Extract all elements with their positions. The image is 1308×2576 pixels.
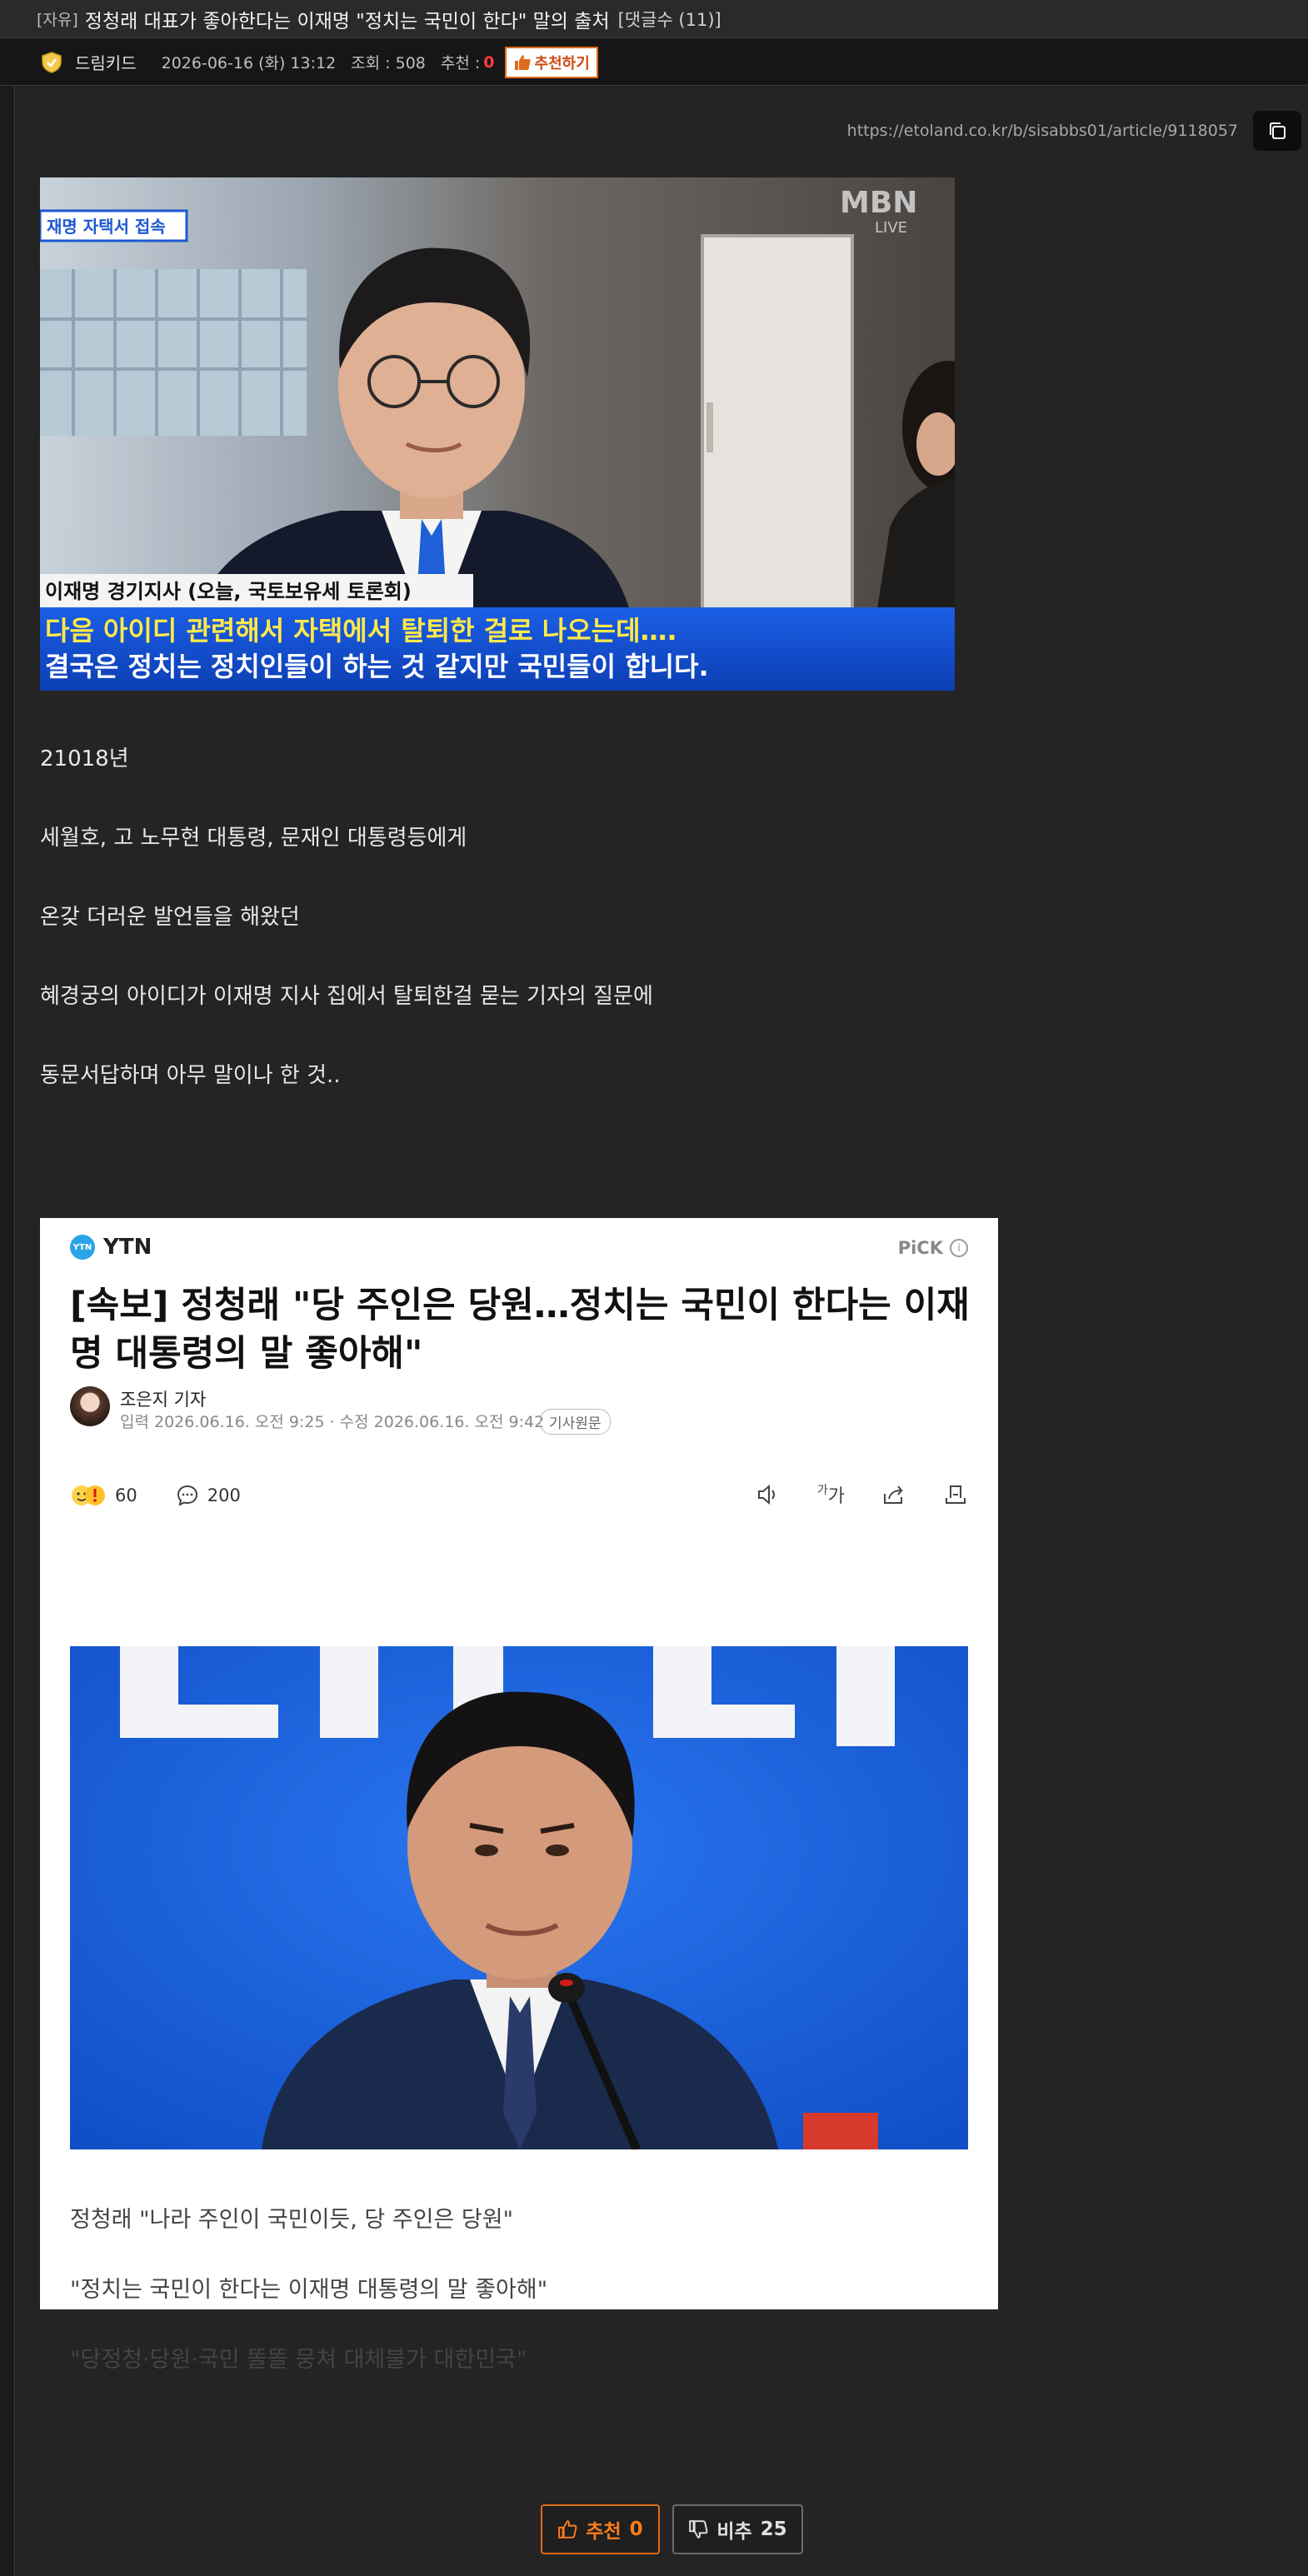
broadcast-photo: 재명 자택서 접속 MBN LIVE 이재명 경기지사 (오늘, 국토보유세 토… [40, 177, 955, 691]
body-paragraph: 온갖 더러운 발언들을 해왔던 [40, 905, 300, 930]
post-title: 정청래 대표가 좋아한다는 이재명 "정치는 국민이 한다" 말의 출처 [84, 10, 610, 32]
broadcaster-sub: LIVE [875, 219, 907, 237]
print-icon[interactable] [943, 1482, 968, 1507]
comment-icon[interactable] [176, 1484, 199, 1507]
comment-count[interactable]: [댓글수 (11)] [618, 7, 721, 32]
copy-icon [1270, 122, 1286, 139]
body-paragraph: 21018년 [40, 746, 129, 771]
post-meta-bar: 드림키드 2026-06-16 (화) 13:12 조회 : 508 추천 : … [0, 39, 1308, 86]
thumbs-up-icon [558, 2520, 577, 2539]
recommend-count: 0 [483, 52, 495, 72]
article-caption: "당정청·당원·국민 똘똘 뭉쳐 대체불가 대한민국" [70, 2347, 527, 2373]
post-date: 2026-06-16 (화) 13:12 [161, 54, 337, 72]
upvote-button[interactable]: 추천 0 [541, 2504, 660, 2554]
article-photo [70, 1646, 968, 2149]
reporter-name: 조은지 기자 [120, 1390, 207, 1410]
info-icon[interactable]: i [950, 1239, 968, 1257]
article-photo-graphic [70, 1646, 968, 2149]
article-caption: "정치는 국민이 한다는 이재명 대통령의 말 좋아해" [70, 2277, 548, 2303]
author-name[interactable]: 드림키드 [75, 50, 137, 74]
body-paragraph: 동문서답하며 아무 말이나 한 것.. [40, 1063, 341, 1088]
subtitle-line-2: 결국은 정치는 정치인들이 하는 것 같지만 국민들이 합니다. [45, 651, 709, 682]
speaker-icon[interactable] [756, 1482, 781, 1507]
font-size-label: 가 [827, 1486, 845, 1507]
copy-button[interactable] [1253, 111, 1301, 151]
subtitle-line-1: 다음 아이디 관련해서 자택에서 탈퇴한 걸로 나오는데…. [45, 615, 677, 646]
outlet-badge: YTN [70, 1235, 95, 1260]
recommend-label: 추천 : [440, 54, 481, 72]
downvote-button[interactable]: 비추 25 [672, 2504, 803, 2554]
source-row: https://etoland.co.kr/b/sisabbs01/articl… [847, 110, 1308, 152]
downvote-count: 25 [760, 2519, 787, 2540]
upvote-count: 0 [629, 2519, 643, 2540]
article-stats: 60 200 [70, 1483, 241, 1508]
comment-count-news: 200 [207, 1485, 241, 1505]
view-count: 조회 : 508 [351, 54, 426, 72]
post-category[interactable]: [자유] [37, 7, 78, 30]
share-icon[interactable] [881, 1482, 906, 1507]
article-dates: 입력 2026.06.16. 오전 9:25 · 수정 2026.06.16. … [120, 1413, 545, 1431]
article-tools: 가가 [756, 1481, 968, 1508]
news-article-card: YTN YTN PiCK i [속보] 정청래 "당 주인은 당원…정치는 국민… [40, 1218, 998, 2373]
downvote-label: 비추 [716, 2521, 752, 2543]
original-article-button[interactable]: 기사원문 [540, 1409, 611, 1435]
pick-label: PiCK [897, 1238, 943, 1258]
broadcaster-logo: MBN [840, 186, 917, 220]
reporter-avatar [70, 1386, 110, 1426]
reaction-emoji-icon[interactable] [70, 1483, 107, 1508]
thumbs-down-icon [689, 2520, 708, 2539]
speaker-caption: 이재명 경기지사 (오늘, 국토보유세 토론회) [45, 580, 412, 603]
reaction-count: 60 [115, 1485, 137, 1505]
app: [자유] 정청래 대표가 좋아한다는 이재명 "정치는 국민이 한다" 말의 출… [0, 0, 1308, 2576]
font-size-button[interactable]: 가가 [817, 1481, 845, 1508]
upvote-label: 추천 [586, 2521, 622, 2543]
thumbs-up-icon [514, 54, 531, 70]
broadcast-photo-graphic: 재명 자택서 접속 MBN LIVE 이재명 경기지사 (오늘, 국토보유세 토… [40, 177, 955, 691]
outlet-logo[interactable]: YTN YTN [70, 1235, 152, 1260]
shield-icon [42, 51, 62, 73]
outlet-name: YTN [103, 1235, 152, 1260]
photo-corner-label: 재명 자택서 접속 [47, 217, 166, 237]
article-caption: 정청래 "나라 주인이 국민이듯, 당 주인은 당원" [70, 2207, 514, 2233]
pick-badge: PiCK i [898, 1238, 968, 1258]
recommend-button[interactable]: 추천하기 [504, 46, 598, 78]
body-paragraph: 혜경궁의 아이디가 이재명 지사 집에서 탈퇴한걸 묻는 기자의 질문에 [40, 984, 653, 1009]
post-content: https://etoland.co.kr/b/sisabbs01/articl… [14, 87, 1308, 2576]
recommend-button-label: 추천하기 [534, 54, 590, 72]
news-headline: [속보] 정청래 "당 주인은 당원…정치는 국민이 한다는 이재명 대통령의 … [70, 1285, 970, 1375]
body-paragraph: 세월호, 고 노무현 대통령, 문재인 대통령등에게 [40, 826, 467, 851]
source-url[interactable]: https://etoland.co.kr/b/sisabbs01/articl… [847, 122, 1238, 140]
post-title-bar: [자유] 정청래 대표가 좋아한다는 이재명 "정치는 국민이 한다" 말의 출… [0, 0, 1308, 38]
